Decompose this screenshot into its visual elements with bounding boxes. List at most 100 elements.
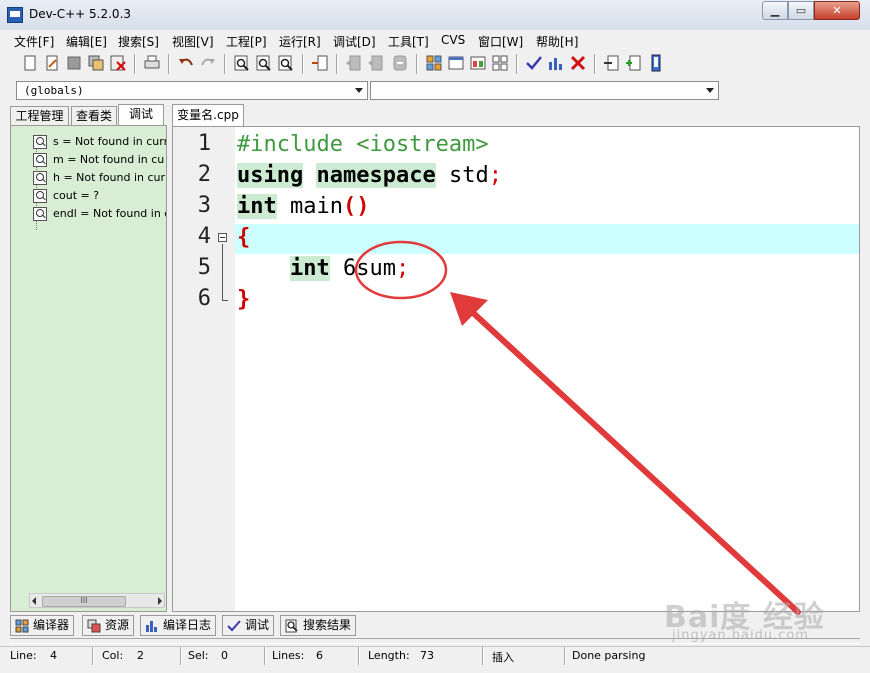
menu-search[interactable]: 搜索[S] — [118, 33, 159, 50]
bookmark-next-icon[interactable] — [366, 53, 386, 73]
editor-file-tab[interactable]: 变量名.cpp — [172, 104, 244, 126]
tab-debug[interactable]: 调试 — [118, 104, 164, 126]
status-insert-mode: 插入 — [492, 651, 514, 664]
compiler-grid-icon — [15, 619, 29, 633]
status-message: Done parsing — [572, 649, 646, 662]
check-syntax-icon[interactable] — [524, 53, 544, 73]
tab-resources[interactable]: 资源 — [82, 615, 135, 636]
close-button[interactable]: ✕ — [814, 1, 860, 20]
undo-icon[interactable] — [176, 53, 196, 73]
status-length-label: Length: — [368, 649, 410, 662]
watch-tree: s = Not found in curr m = Not found in c… — [11, 130, 166, 590]
minimize-button[interactable]: ▁ — [762, 1, 788, 20]
menu-edit[interactable]: 编辑[E] — [66, 33, 107, 50]
line-number: 3 — [197, 193, 211, 218]
code-editor[interactable]: 1 2 3 4 5 6 #include <iostream> using na… — [172, 126, 860, 612]
new-project-icon[interactable] — [424, 53, 444, 73]
compile-log-chart-icon — [146, 621, 157, 632]
menu-help[interactable]: 帮助[H] — [536, 33, 578, 50]
toggle-comment-icon[interactable] — [390, 53, 410, 73]
grid-icon[interactable] — [490, 53, 510, 73]
new-file-icon[interactable] — [20, 53, 40, 73]
status-sel-label: Sel: — [188, 649, 209, 662]
code-line-6: } — [237, 287, 251, 312]
chevron-down-icon — [355, 88, 363, 93]
status-line-value: 4 — [50, 649, 57, 662]
status-lines-label: Lines: — [272, 649, 305, 662]
line-number-gutter: 1 2 3 4 5 6 — [173, 127, 235, 611]
menu-debug[interactable]: 调试[D] — [333, 33, 376, 50]
delete-icon[interactable] — [568, 53, 588, 73]
code-line-3: int main() — [237, 194, 370, 219]
menu-window[interactable]: 窗口[W] — [478, 33, 523, 50]
menu-bar: 文件[F] 编辑[E] 搜索[S] 视图[V] 工程[P] 运行[R] 调试[D… — [0, 30, 870, 50]
line-number: 4 — [197, 224, 211, 249]
scroll-thumb[interactable]: III — [42, 596, 126, 607]
watch-magnifier-icon — [33, 189, 47, 203]
goto-line-icon[interactable] — [310, 53, 330, 73]
horizontal-scrollbar[interactable]: III — [29, 593, 165, 608]
find-icon[interactable] — [232, 53, 252, 73]
add-to-project-icon[interactable] — [624, 53, 644, 73]
toolbar — [6, 50, 726, 78]
line-number: 5 — [197, 255, 211, 280]
line-number: 2 — [197, 162, 211, 187]
bookmark-prev-icon[interactable] — [344, 53, 364, 73]
project-options-icon[interactable] — [446, 53, 466, 73]
find-next-icon[interactable] — [254, 53, 274, 73]
scroll-right-icon[interactable] — [158, 597, 162, 605]
code-line-5: int 6sum; — [289, 256, 410, 281]
watch-magnifier-icon — [33, 171, 47, 185]
menu-file[interactable]: 文件[F] — [14, 33, 54, 50]
line-number: 1 — [197, 131, 211, 156]
profile-chart-icon[interactable] — [546, 53, 566, 73]
print-icon[interactable] — [142, 53, 162, 73]
menu-view[interactable]: 视图[V] — [172, 33, 214, 50]
code-area[interactable]: #include <iostream> using namespace std;… — [235, 127, 859, 611]
file-properties-icon[interactable] — [646, 53, 666, 73]
status-line-label: Line: — [10, 649, 37, 662]
status-length-value: 73 — [420, 649, 434, 662]
status-col-value: 2 — [137, 649, 144, 662]
watermark-url: jingyan.baidu.com — [672, 628, 809, 643]
app-icon — [7, 7, 23, 23]
watch-magnifier-icon — [33, 153, 47, 167]
watermark: Bai度 经验 jingyan.baidu.com — [664, 592, 864, 652]
class-browser-icon[interactable] — [468, 53, 488, 73]
line-number: 6 — [197, 286, 211, 311]
status-col-label: Col: — [102, 649, 124, 662]
menu-project[interactable]: 工程[P] — [226, 33, 267, 50]
title-bar: Dev-C++ 5.2.0.3 ▁ ▭ ✕ — [0, 0, 870, 31]
tab-project-manager[interactable]: 工程管理 — [10, 106, 69, 125]
maximize-button[interactable]: ▭ — [788, 1, 814, 20]
status-sel-value: 0 — [221, 649, 228, 662]
close-file-icon[interactable] — [108, 53, 128, 73]
scroll-left-icon[interactable] — [32, 597, 36, 605]
resources-icon — [87, 619, 101, 633]
globals-combo[interactable]: (globals) — [16, 81, 368, 100]
code-line-4: { — [237, 225, 251, 250]
chevron-down-icon — [706, 88, 714, 93]
debug-check-icon — [227, 620, 241, 632]
menu-cvs[interactable]: CVS — [441, 33, 465, 47]
save-all-icon[interactable] — [86, 53, 106, 73]
redo-icon[interactable] — [198, 53, 218, 73]
save-icon[interactable] — [64, 53, 84, 73]
replace-icon[interactable] — [276, 53, 296, 73]
watch-magnifier-icon — [33, 207, 47, 221]
code-line-1: #include <iostream> — [237, 132, 489, 157]
tab-search-results[interactable]: 搜索结果 — [280, 615, 357, 636]
fold-collapse-icon[interactable] — [218, 233, 227, 242]
menu-run[interactable]: 运行[R] — [279, 33, 321, 50]
watch-magnifier-icon — [33, 135, 47, 149]
import-icon[interactable] — [602, 53, 622, 73]
tab-compile-log[interactable]: 编译日志 — [140, 615, 217, 636]
tab-debug-output[interactable]: 调试 — [222, 615, 275, 636]
tab-class-view[interactable]: 查看类 — [71, 106, 117, 125]
tab-compiler[interactable]: 编译器 — [10, 615, 75, 636]
code-line-2: using namespace std; — [237, 163, 502, 188]
members-combo[interactable] — [370, 81, 719, 100]
open-file-icon[interactable] — [42, 53, 62, 73]
menu-tools[interactable]: 工具[T] — [388, 33, 429, 50]
window-title: Dev-C++ 5.2.0.3 — [29, 7, 132, 21]
